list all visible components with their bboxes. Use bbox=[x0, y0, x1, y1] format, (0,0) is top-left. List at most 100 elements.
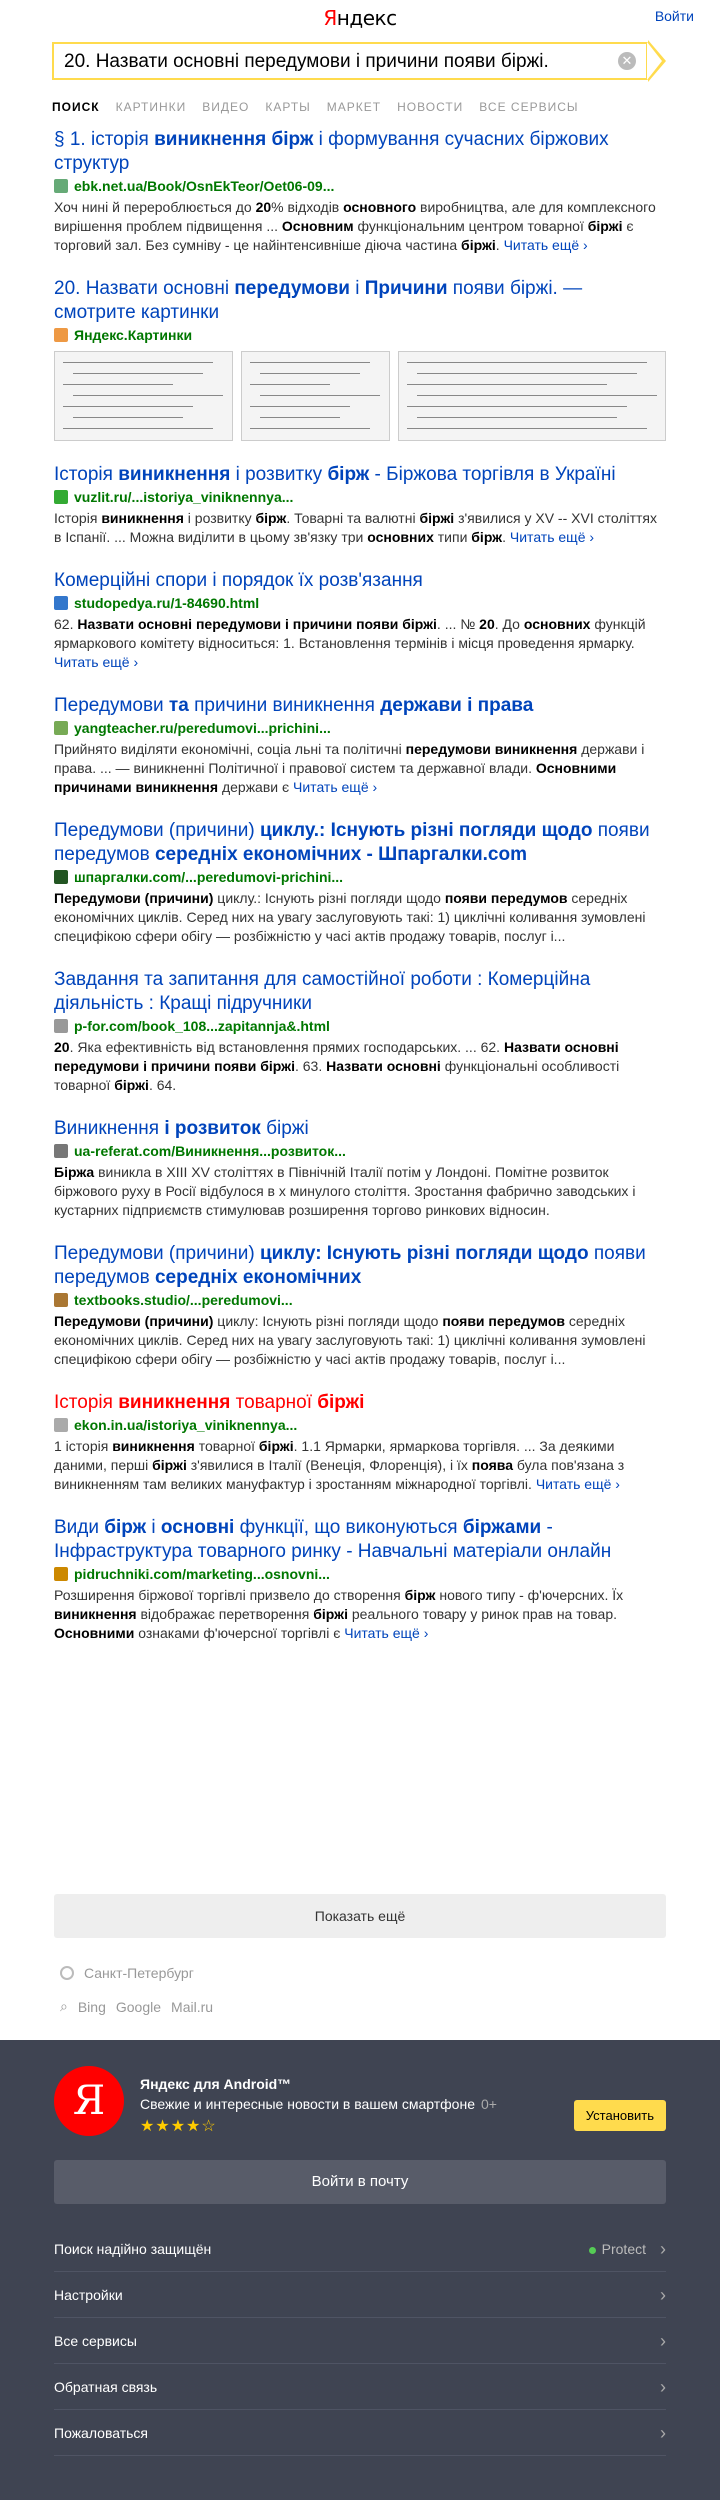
yandex-logo[interactable]: Яндекс bbox=[0, 6, 720, 30]
image-line bbox=[63, 406, 193, 407]
login-link[interactable]: Войти bbox=[655, 8, 694, 24]
show-more-button[interactable]: Показать ещё bbox=[54, 1894, 666, 1938]
result-url[interactable]: Яндекс.Картинки bbox=[54, 327, 666, 343]
footer-row-label: Обратная связь bbox=[54, 2379, 158, 2395]
result-url[interactable]: ekon.in.ua/istoriya_viniknennya... bbox=[54, 1417, 666, 1433]
footer-row-feedback[interactable]: Обратная связь › bbox=[54, 2364, 666, 2410]
mail-login-button[interactable]: Войти в почту bbox=[54, 2160, 666, 2204]
search-input[interactable]: 20. Назвати основні передумови і причини… bbox=[52, 42, 648, 80]
image-thumbnail[interactable] bbox=[54, 351, 233, 441]
nav-tab[interactable]: КАРТИНКИ bbox=[116, 100, 187, 114]
search-result: Завдання та запитання для самостійної ро… bbox=[54, 968, 666, 1095]
nav-tab[interactable]: НОВОСТИ bbox=[397, 100, 463, 114]
search-result: § 1. історія виникнення бірж і формуванн… bbox=[54, 128, 666, 255]
result-title-link[interactable]: Історія виникнення і розвитку бірж - Бір… bbox=[54, 463, 666, 487]
search-result: Передумови (причини) циклу.: Існують різ… bbox=[54, 819, 666, 946]
search-result: Історія виникнення і розвитку бірж - Бір… bbox=[54, 463, 666, 547]
protect-label: Protect bbox=[601, 2241, 646, 2257]
favicon-icon bbox=[54, 1418, 68, 1432]
footer-row-settings[interactable]: Настройки › bbox=[54, 2272, 666, 2318]
image-line bbox=[63, 384, 173, 385]
result-snippet: Розширення біржової торгівлі призвело до… bbox=[54, 1587, 624, 1641]
favicon-icon bbox=[54, 596, 68, 610]
read-more-link[interactable]: Читать ещё › bbox=[54, 654, 138, 670]
result-url[interactable]: p-for.com/book_108...zapitannja&.html bbox=[54, 1018, 666, 1034]
search-result: 20. Назвати основні передумови і Причини… bbox=[54, 277, 666, 441]
image-thumbnail[interactable] bbox=[397, 351, 666, 441]
result-title-link[interactable]: Види бірж і основні функції, що виконуют… bbox=[54, 1516, 666, 1564]
result-url[interactable]: textbooks.studio/...peredumovi... bbox=[54, 1292, 666, 1308]
chevron-right-icon: › bbox=[660, 2239, 666, 2259]
read-more-link[interactable]: Читать ещё › bbox=[344, 1625, 428, 1641]
engine-bing[interactable]: Bing bbox=[78, 1999, 106, 2015]
result-title-link[interactable]: § 1. історія виникнення бірж і формуванн… bbox=[54, 128, 666, 176]
result-url[interactable]: ua-referat.com/Виникнення...розвиток... bbox=[54, 1143, 666, 1159]
result-title-link[interactable]: Комерційні спори і порядок їх розв'язанн… bbox=[54, 569, 666, 593]
favicon-icon bbox=[54, 179, 68, 193]
result-title-link[interactable]: Виникнення і розвиток біржі bbox=[54, 1117, 666, 1141]
app-promo: Я Яндекс для Android™ Свежие и интересны… bbox=[54, 2066, 497, 2136]
result-title-link[interactable]: Історія виникнення товарної біржі bbox=[54, 1391, 666, 1415]
status-dot-icon bbox=[588, 2246, 596, 2254]
result-url[interactable]: studopedya.ru/1-84690.html bbox=[54, 595, 666, 611]
nav-tab[interactable]: ВИДЕО bbox=[202, 100, 249, 114]
result-snippet: Передумови (причини) циклу.: Існують різ… bbox=[54, 890, 646, 944]
result-title-link[interactable]: Передумови (причини) циклу.: Існують різ… bbox=[54, 819, 666, 867]
result-title-link[interactable]: Завдання та запитання для самостійної ро… bbox=[54, 968, 666, 1016]
image-line bbox=[249, 384, 330, 385]
other-engines: ⌕ Bing Google Mail.ru bbox=[60, 1998, 223, 2015]
image-strip bbox=[54, 351, 666, 441]
image-line bbox=[406, 406, 627, 407]
footer: Я Яндекс для Android™ Свежие и интересны… bbox=[0, 2040, 720, 2500]
result-url[interactable]: шпаргалки.com/...peredumovi-prichini... bbox=[54, 869, 666, 885]
nav-tab[interactable]: МАРКЕТ bbox=[327, 100, 381, 114]
read-more-link[interactable]: Читать ещё › bbox=[536, 1476, 620, 1492]
search-result: Види бірж і основні функції, що виконуют… bbox=[54, 1516, 666, 1643]
clear-icon[interactable]: ✕ bbox=[618, 52, 636, 70]
chevron-right-icon: › bbox=[660, 2285, 666, 2305]
engine-google[interactable]: Google bbox=[116, 1999, 161, 2015]
location-icon bbox=[60, 1966, 74, 1980]
install-button[interactable]: Установить bbox=[573, 2100, 666, 2131]
favicon-icon bbox=[54, 1144, 68, 1158]
result-snippet: Передумови (причини) циклу: Існують різн… bbox=[54, 1313, 646, 1367]
favicon-icon bbox=[54, 870, 68, 884]
image-line bbox=[259, 373, 360, 374]
search-query[interactable]: 20. Назвати основні передумови і причини… bbox=[64, 51, 549, 73]
app-desc: Свежие и интересные новости в вашем смар… bbox=[140, 2096, 497, 2112]
result-title-link[interactable]: Передумови (причини) циклу: Існують різн… bbox=[54, 1242, 666, 1290]
result-url[interactable]: yangteacher.ru/peredumovi...prichini... bbox=[54, 720, 666, 736]
engine-mail[interactable]: Mail.ru bbox=[171, 1999, 213, 2015]
search-result: Передумови (причини) циклу: Існують різн… bbox=[54, 1242, 666, 1369]
image-line bbox=[259, 417, 340, 418]
footer-row-label: Поиск надійно защищён bbox=[54, 2241, 212, 2257]
result-url[interactable]: pidruchniki.com/marketing...osnovni... bbox=[54, 1566, 666, 1582]
read-more-link[interactable]: Читать ещё › bbox=[504, 237, 588, 253]
result-title-link[interactable]: Передумови та причини виникнення держави… bbox=[54, 694, 666, 718]
footer-row-services[interactable]: Все сервисы › bbox=[54, 2318, 666, 2364]
image-line bbox=[63, 362, 213, 363]
image-line bbox=[406, 428, 647, 429]
result-snippet: 1 історія виникнення товарної біржі. 1.1… bbox=[54, 1438, 625, 1492]
header: Яндекс Войти bbox=[0, 0, 720, 40]
footer-row-protect[interactable]: Поиск надійно защищён Protect › bbox=[54, 2226, 666, 2272]
result-url[interactable]: ebk.net.ua/Book/OsnEkTeor/Oet06-09... bbox=[54, 178, 666, 194]
nav-tab[interactable]: КАРТЫ bbox=[265, 100, 310, 114]
nav-tab[interactable]: ВСЕ СЕРВИСЫ bbox=[479, 100, 578, 114]
footer-row-report[interactable]: Пожаловаться › bbox=[54, 2410, 666, 2456]
nav-tab[interactable]: ПОИСК bbox=[52, 100, 100, 114]
result-url[interactable]: vuzlit.ru/...istoriya_viniknennya... bbox=[54, 489, 666, 505]
favicon-icon bbox=[54, 490, 68, 504]
location[interactable]: Санкт-Петербург bbox=[60, 1965, 194, 1981]
read-more-link[interactable]: Читать ещё › bbox=[510, 529, 594, 545]
result-title-link[interactable]: 20. Назвати основні передумови і Причини… bbox=[54, 277, 666, 325]
chevron-right-icon: › bbox=[660, 2331, 666, 2351]
image-thumbnail[interactable] bbox=[240, 351, 390, 441]
image-line bbox=[416, 395, 657, 396]
read-more-link[interactable]: Читать ещё › bbox=[293, 779, 377, 795]
image-line bbox=[249, 362, 370, 363]
search-result: Історія виникнення товарної біржі ekon.in… bbox=[54, 1391, 666, 1494]
image-line bbox=[63, 428, 213, 429]
favicon-icon bbox=[54, 1567, 68, 1581]
image-line bbox=[73, 417, 183, 418]
